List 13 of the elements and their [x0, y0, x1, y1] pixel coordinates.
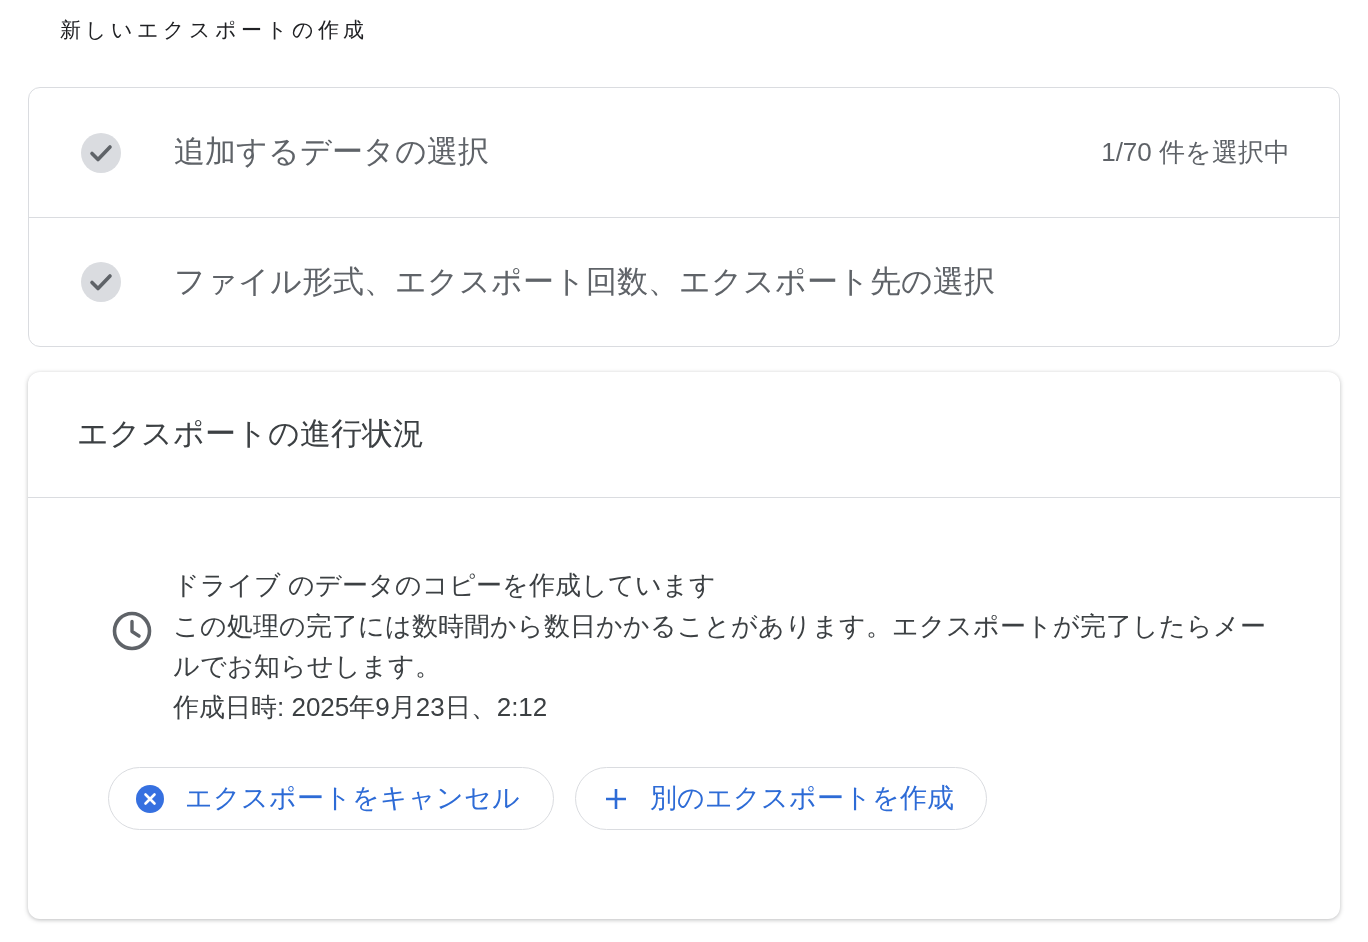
- progress-title: エクスポートの進行状況: [77, 415, 424, 454]
- step-label: 追加するデータの選択: [174, 133, 489, 172]
- cancel-export-button[interactable]: エクスポートをキャンセル: [108, 767, 554, 830]
- clock-icon: [112, 611, 152, 651]
- close-circle-icon: [136, 784, 164, 813]
- status-text: ドライブ のデータのコピーを作成しています: [173, 569, 718, 602]
- step-label: ファイル形式、エクスポート回数、エクスポート先の選択: [174, 262, 995, 301]
- selection-count: 1/70 件を選択中: [1101, 136, 1290, 169]
- plus-icon: [605, 787, 627, 810]
- created-date: 作成日時: 2025年9月23日、2:12: [173, 690, 549, 724]
- page-title: 新しいエクスポートの作成: [60, 18, 368, 41]
- create-export-button[interactable]: 別のエクスポートを作成: [575, 767, 987, 830]
- info-message: この処理の完了には数時間から数日かかることがあります。エクスポートが完了したらメールでお知らせします。: [173, 609, 1267, 683]
